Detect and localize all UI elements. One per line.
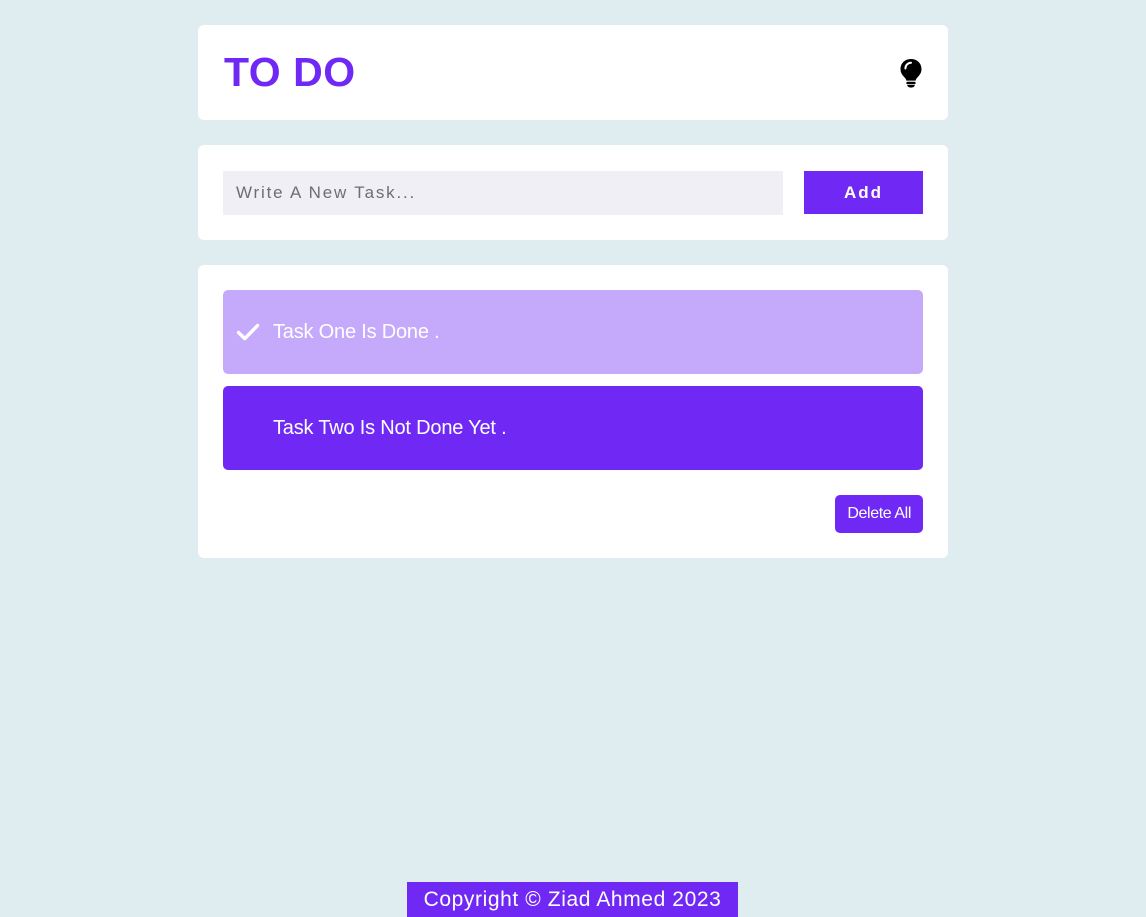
check-icon — [223, 323, 273, 341]
task-list: Task One Is Done . Task Two Is Not Done … — [198, 265, 948, 558]
new-task-form: Add — [198, 145, 948, 240]
task-text: Task Two Is Not Done Yet . — [273, 416, 507, 439]
add-button[interactable]: Add — [804, 171, 923, 214]
lightbulb-icon[interactable] — [898, 57, 924, 89]
task-actions: Delete All — [223, 495, 923, 533]
new-task-input[interactable] — [223, 170, 783, 215]
delete-all-button[interactable]: Delete All — [835, 495, 923, 533]
task-text: Task One Is Done . — [273, 320, 440, 343]
todo-app: TO DO Add Task One Is Done . Task Two Is — [0, 0, 1146, 917]
app-title: TO DO — [224, 49, 356, 95]
task-item-done[interactable]: Task One Is Done . — [223, 290, 923, 374]
app-header: TO DO — [198, 25, 948, 120]
task-item-pending[interactable]: Task Two Is Not Done Yet . — [223, 386, 923, 470]
copyright-footer: Copyright © Ziad Ahmed 2023 — [407, 882, 738, 917]
